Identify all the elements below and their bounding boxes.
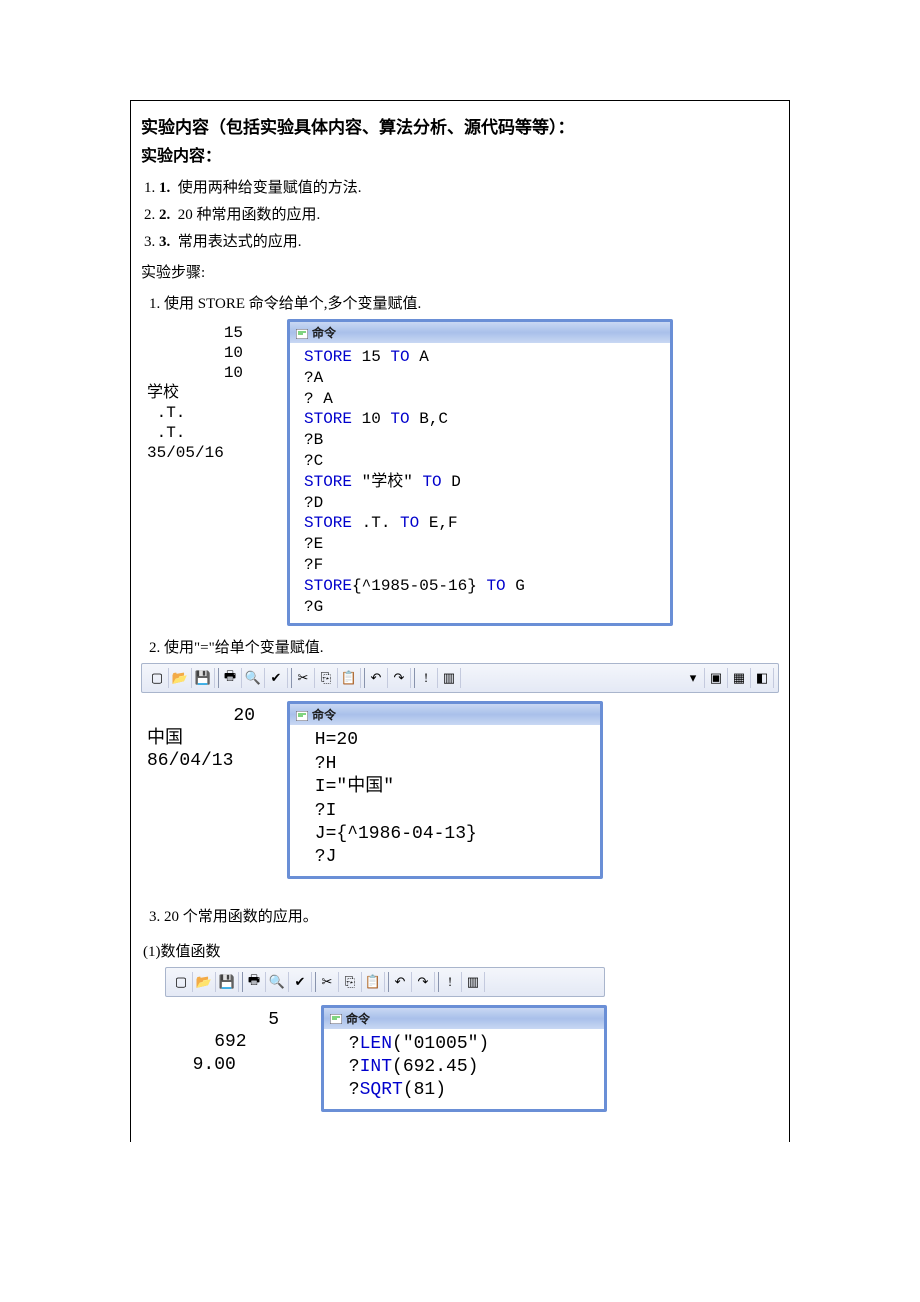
num: 1.: [159, 180, 170, 196]
new-icon[interactable]: ▢: [170, 972, 193, 992]
form-icon[interactable]: ▦: [728, 668, 751, 688]
redo-icon[interactable]: ↷: [388, 668, 411, 688]
num: 3.: [159, 234, 170, 250]
step-1-block: 15 10 10 学校 .T. .T. 35/05/16 命令 STORE 15…: [141, 319, 779, 626]
window-icon[interactable]: ▣: [705, 668, 728, 688]
command-icon: [296, 710, 308, 720]
new-icon[interactable]: ▢: [146, 668, 169, 688]
preview-icon[interactable]: 🔍: [242, 668, 265, 688]
step-3-area: ▢📂💾🖶🔍✔✂⎘📋↶↷!▥ 5 692 9.00 命令 ?LEN("01005"…: [165, 967, 779, 1112]
run-icon[interactable]: !: [439, 972, 462, 992]
open-icon[interactable]: 📂: [169, 668, 192, 688]
step-3-block: 5 692 9.00 命令 ?LEN("01005") ?INT(692.45)…: [165, 1005, 779, 1112]
num: 2.: [159, 207, 170, 223]
step-2-label: 2. 使用"="给单个变量赋值.: [149, 636, 779, 657]
copy-icon[interactable]: ⎘: [339, 972, 362, 992]
output-pane: 5 692 9.00: [165, 1005, 321, 1077]
cut-icon[interactable]: ✂: [292, 668, 315, 688]
output-pane: 15 10 10 学校 .T. .T. 35/05/16: [141, 319, 287, 463]
command-window: 命令 H=20 ?H I="中国" ?I J={^1986-04-13} ?J: [287, 701, 603, 878]
save-icon[interactable]: 💾: [216, 972, 239, 992]
command-body[interactable]: STORE 15 TO A ?A ? A STORE 10 TO B,C ?B …: [290, 343, 670, 623]
step-1-label: 1. 使用 STORE 命令给单个,多个变量赋值.: [149, 292, 779, 313]
save-icon[interactable]: 💾: [192, 668, 215, 688]
undo-icon[interactable]: ↶: [389, 972, 412, 992]
list-item: 2. 20 种常用函数的应用.: [159, 203, 779, 224]
step-2-block: 20 中国 86/04/13 命令 H=20 ?H I="中国" ?I J={^…: [141, 701, 779, 878]
print-icon[interactable]: 🖶: [243, 972, 266, 992]
help-icon[interactable]: ◧: [751, 668, 774, 688]
undo-icon[interactable]: ↶: [365, 668, 388, 688]
print-icon[interactable]: 🖶: [219, 668, 242, 688]
preview-icon[interactable]: 🔍: [266, 972, 289, 992]
page-frame: 实验内容（包括实验具体内容、算法分析、源代码等等）： 实验内容： 1. 使用两种…: [130, 100, 790, 1142]
command-body[interactable]: ?LEN("01005") ?INT(692.45) ?SQRT(81): [324, 1029, 604, 1109]
list-item: 3. 常用表达式的应用.: [159, 230, 779, 251]
run-icon[interactable]: !: [415, 668, 438, 688]
command-window-title: 命令: [324, 1008, 604, 1029]
section-subtitle: 实验内容：: [141, 142, 779, 166]
steps-label: 实验步骤:: [141, 261, 779, 282]
paste-icon[interactable]: 📋: [338, 668, 361, 688]
command-window: 命令 ?LEN("01005") ?INT(692.45) ?SQRT(81): [321, 1005, 607, 1112]
dropdown-icon[interactable]: ▾: [682, 668, 705, 688]
toolbar: ▢📂💾🖶🔍✔✂⎘📋↶↷!▥: [165, 967, 605, 997]
modify-icon[interactable]: ▥: [438, 668, 461, 688]
modify-icon[interactable]: ▥: [462, 972, 485, 992]
intro-list: 1. 使用两种给变量赋值的方法. 2. 20 种常用函数的应用. 3. 常用表达…: [159, 176, 779, 251]
cut-icon[interactable]: ✂: [316, 972, 339, 992]
command-window-title: 命令: [290, 704, 600, 725]
list-item: 1. 使用两种给变量赋值的方法.: [159, 176, 779, 197]
output-pane: 20 中国 86/04/13: [141, 701, 287, 773]
toolbar: ▢📂💾🖶🔍✔✂⎘📋↶↷!▥ ▾▣▦◧: [141, 663, 779, 693]
command-icon: [296, 328, 308, 338]
paste-icon[interactable]: 📋: [362, 972, 385, 992]
spell-icon[interactable]: ✔: [265, 668, 288, 688]
step-3-subheading: (1)数值函数: [143, 940, 779, 961]
section-title: 实验内容（包括实验具体内容、算法分析、源代码等等）：: [141, 113, 779, 138]
step-3-label: 3. 20 个常用函数的应用。: [149, 905, 779, 926]
command-window: 命令 STORE 15 TO A ?A ? A STORE 10 TO B,C …: [287, 319, 673, 626]
command-window-title: 命令: [290, 322, 670, 343]
command-icon: [330, 1013, 342, 1023]
copy-icon[interactable]: ⎘: [315, 668, 338, 688]
open-icon[interactable]: 📂: [193, 972, 216, 992]
spell-icon[interactable]: ✔: [289, 972, 312, 992]
redo-icon[interactable]: ↷: [412, 972, 435, 992]
command-body[interactable]: H=20 ?H I="中国" ?I J={^1986-04-13} ?J: [290, 725, 600, 875]
